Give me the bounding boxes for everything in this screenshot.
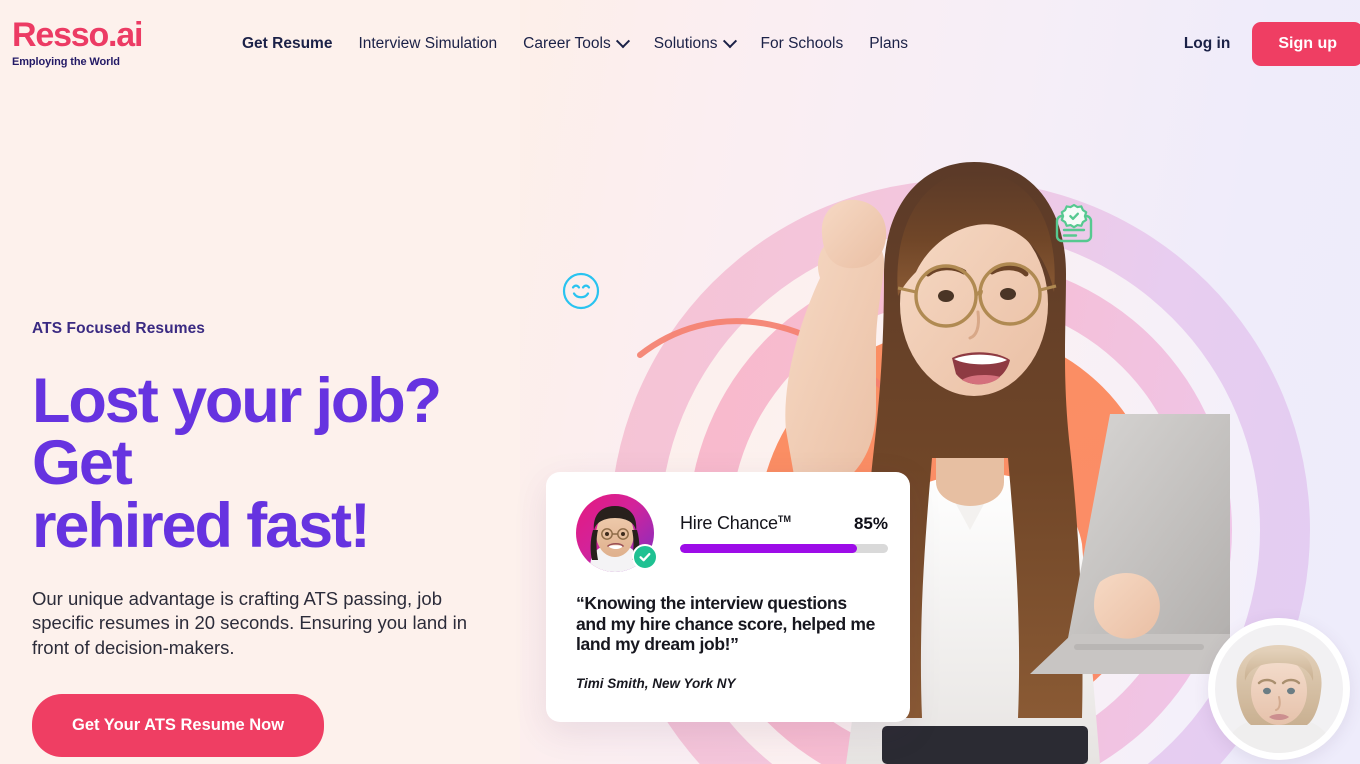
chevron-down-icon [722,34,737,49]
hire-chance-value: 85% [853,514,888,533]
hero-copy: ATS Focused Resumes Lost your job? Get r… [32,320,512,758]
logo-wordmark: Resso.ai [12,16,143,54]
hero-subtitle: Our unique advantage is crafting ATS pas… [32,588,467,658]
hire-chance-row: Hire ChanceTM 85% [680,513,888,534]
testimonial-header: Hire ChanceTM 85% [576,494,888,572]
logo[interactable]: Resso.ai Employing the World [12,18,202,68]
chevron-down-icon [615,34,630,49]
nav-item-label: Career Tools [523,35,611,52]
verified-check-badge [632,544,658,570]
hire-chance-progress-fill [680,544,857,553]
hire-chance-score: Hire ChanceTM 85% [680,494,888,553]
signup-button[interactable]: Sign up [1252,22,1360,66]
avatar [576,494,658,572]
corner-avatar-inner [1215,625,1343,753]
corner-avatar-photo [1215,625,1343,753]
nav-item-label: Interview Simulation [358,35,498,52]
nav-actions: Log in Sign up [1184,0,1360,88]
login-link[interactable]: Log in [1184,35,1231,53]
hire-chance-label: Hire ChanceTM [680,513,791,534]
nav-item-label: Solutions [653,35,718,52]
testimonial-card: Hire ChanceTM 85% “Knowing the interview… [546,472,910,722]
verified-certificate-icon [1052,203,1096,252]
nav-item-label: Get Resume [242,35,333,52]
hero-title-line-1: Lost your job? Get [32,366,442,499]
nav-item-plans[interactable]: Plans [869,29,908,59]
nav-item-interview-simulation[interactable]: Interview Simulation [358,29,497,59]
nav-item-label: For Schools [760,35,844,52]
cta-get-ats-resume-button[interactable]: Get Your ATS Resume Now [32,694,325,758]
hero-title-line-2: rehired fast! [32,490,371,561]
testimonial-quote: “Knowing the interview questions and my … [576,593,875,655]
smiley-face-icon [562,272,600,315]
page-title: Lost your job? Get rehired fast! [32,369,512,557]
hero-eyebrow: ATS Focused Resumes [32,320,206,337]
hire-chance-progress-track [680,544,888,553]
logo-tagline: Employing the World [12,56,120,68]
nav-item-for-schools[interactable]: For Schools [761,29,844,59]
page-root: Resso.ai Employing the World Get Resume … [0,0,1360,764]
nav-item-career-tools[interactable]: Career Tools [523,29,630,59]
trademark-symbol: TM [777,514,792,524]
corner-avatar [1208,618,1350,760]
nav-item-solutions[interactable]: Solutions [653,29,737,59]
nav-item-label: Plans [869,35,908,52]
nav-item-get-resume[interactable]: Get Resume [242,29,332,59]
testimonial-attribution: Timi Smith, New York NY [576,675,736,691]
nav-links: Get Resume Interview Simulation Career T… [242,0,934,88]
main-navigation: Resso.ai Employing the World Get Resume … [0,0,1360,88]
hire-chance-text: Hire Chance [680,513,778,533]
